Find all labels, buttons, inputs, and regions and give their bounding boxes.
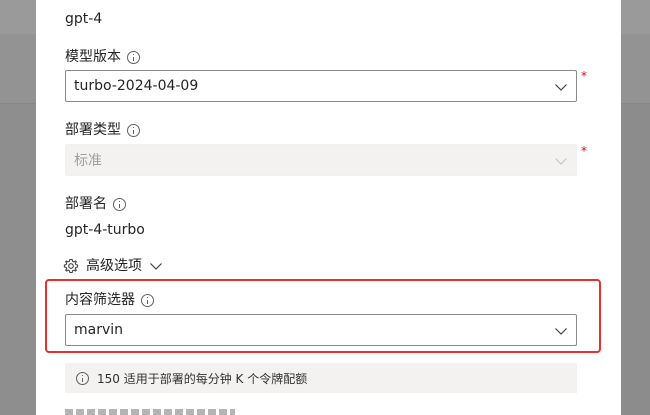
deployment-type-label-row: 部署类型 (65, 121, 140, 139)
model-name-value: gpt-4 (65, 11, 103, 27)
chevron-down-icon (150, 263, 162, 270)
gear-icon (63, 258, 79, 274)
advanced-options-label: 高级选项 (86, 258, 142, 274)
required-indicator: * (581, 69, 587, 83)
model-version-dropdown[interactable]: turbo-2024-04-09 (65, 70, 577, 102)
deployment-name-label: 部署名 (65, 196, 107, 212)
chevron-down-icon (555, 158, 567, 165)
info-icon[interactable] (127, 123, 140, 137)
model-version-label: 模型版本 (65, 49, 121, 65)
deployment-type-label: 部署类型 (65, 122, 121, 138)
quota-info-text: 150 适用于部署的每分钟 K 个令牌配额 (97, 371, 308, 386)
deployment-name-label-row: 部署名 (65, 195, 126, 213)
background-content (0, 104, 36, 415)
info-icon (76, 371, 89, 385)
next-field-label-cropped (65, 409, 235, 415)
deployment-type-value: 标准 (74, 153, 102, 169)
chevron-down-icon (555, 84, 567, 91)
advanced-options-toggle[interactable]: 高级选项 (63, 257, 163, 275)
required-indicator: * (581, 144, 587, 158)
highlight-box (45, 279, 601, 353)
info-icon[interactable] (113, 197, 126, 211)
deployment-type-dropdown: 标准 (65, 144, 577, 176)
quota-info-bar: 150 适用于部署的每分钟 K 个令牌配额 (65, 363, 577, 393)
model-version-label-row: 模型版本 (65, 48, 140, 66)
model-version-value: turbo-2024-04-09 (74, 78, 199, 94)
info-icon[interactable] (127, 50, 140, 64)
deployment-name-value: gpt-4-turbo (65, 222, 145, 238)
